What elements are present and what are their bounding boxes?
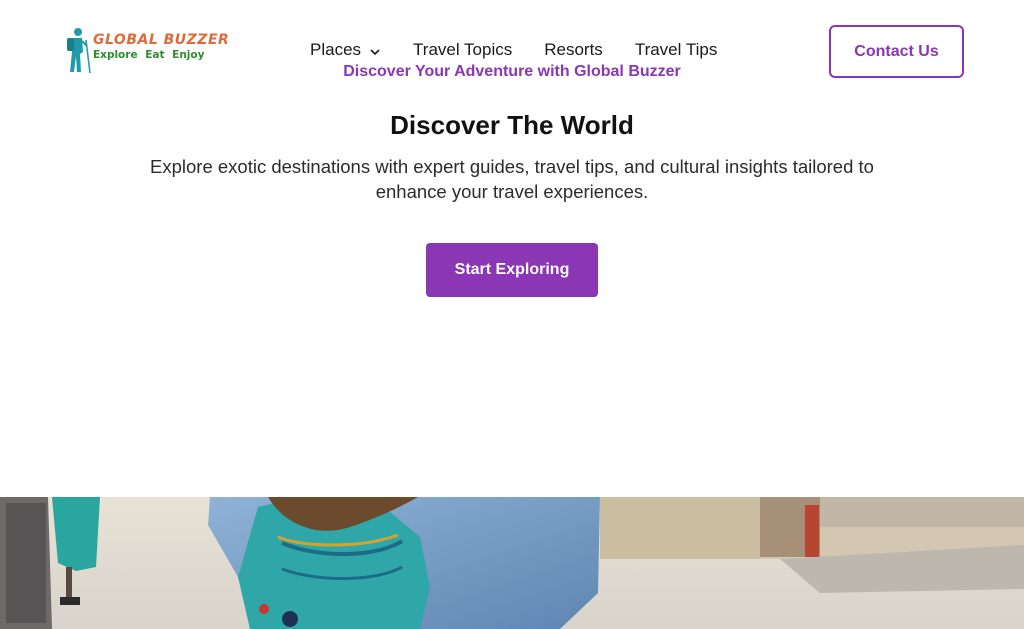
nav-item-label: Resorts [544, 40, 603, 59]
hero-title: Discover The World [390, 110, 634, 140]
nav-item-label: Places [310, 40, 362, 59]
start-exploring-button[interactable]: Start Exploring [426, 243, 598, 297]
logo-text: GLOBAL BUZZER Explore Eat Enjoy [93, 32, 229, 61]
hero-photo [0, 497, 1024, 629]
nav-item-travel-tips[interactable]: Travel Tips [635, 40, 718, 60]
nav-item-places[interactable]: Places [310, 40, 381, 60]
site-header: GLOBAL BUZZER Explore Eat Enjoy Places T… [0, 0, 1024, 100]
logo-title: GLOBAL BUZZER [93, 32, 230, 48]
chevron-down-icon[interactable] [369, 46, 381, 58]
main-nav: Places Travel Topics Resorts Travel Tips [310, 38, 717, 62]
logo-tagline: Explore Eat Enjoy [93, 49, 205, 61]
hero-eyebrow: Discover Your Adventure with Global Buzz… [343, 63, 681, 80]
traveler-photo-image [0, 497, 1024, 629]
nav-item-label: Travel Tips [634, 40, 718, 59]
nav-item-label: Travel Topics [413, 40, 513, 59]
nav-item-resorts[interactable]: Resorts [544, 40, 603, 60]
hero-description: Explore exotic destinations with expert … [150, 156, 874, 202]
nav-item-travel-topics[interactable]: Travel Topics [413, 40, 512, 60]
